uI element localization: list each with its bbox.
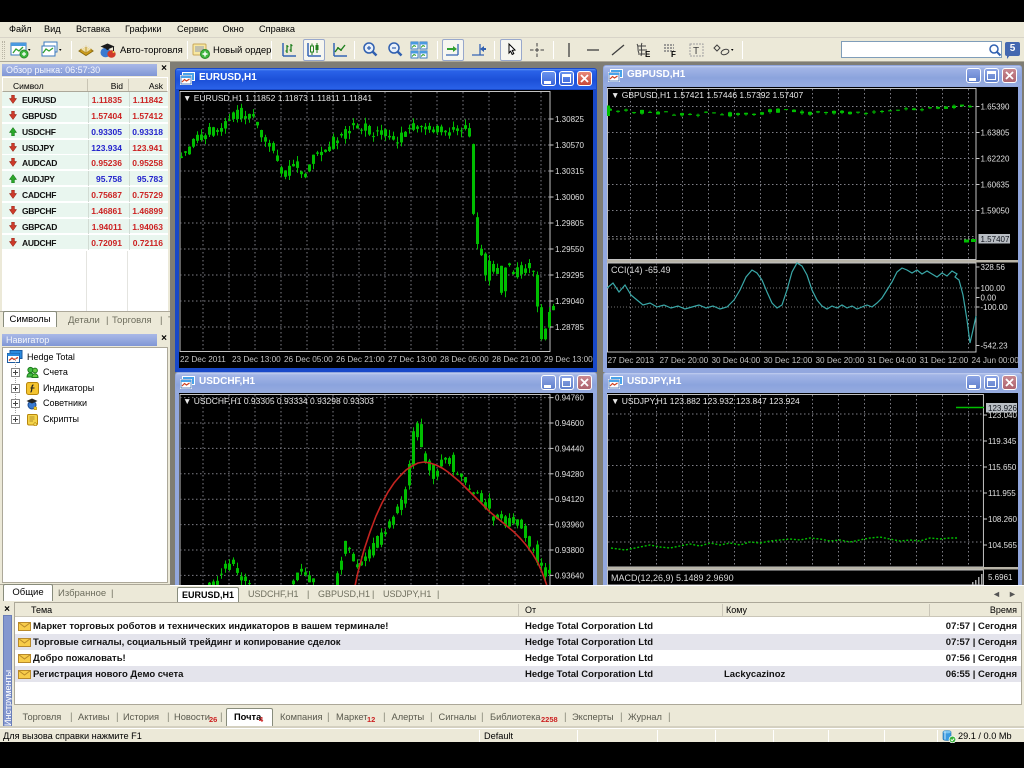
- svg-text:1.62220: 1.62220: [981, 155, 1010, 164]
- svg-text:28 Dec 05:00: 28 Dec 05:00: [440, 355, 489, 364]
- svg-text:0.93800: 0.93800: [555, 546, 584, 555]
- svg-text:30 Dec 12:00: 30 Dec 12:00: [764, 356, 813, 365]
- svg-text:1.60635: 1.60635: [981, 181, 1010, 190]
- svg-text:23 Dec 13:00: 23 Dec 13:00: [232, 355, 281, 364]
- svg-text:22 Dec 2011: 22 Dec 2011: [180, 355, 226, 364]
- svg-text:115.650: 115.650: [988, 463, 1017, 472]
- svg-text:27 Dec 2013: 27 Dec 2013: [608, 356, 655, 365]
- svg-text:1.65390: 1.65390: [981, 103, 1010, 112]
- svg-text:108.260: 108.260: [988, 515, 1017, 524]
- svg-text:30 Dec 04:00: 30 Dec 04:00: [712, 356, 761, 365]
- svg-text:T: T: [693, 46, 699, 57]
- svg-text:28 Dec 21:00: 28 Dec 21:00: [492, 355, 541, 364]
- svg-text:1.63805: 1.63805: [981, 129, 1010, 138]
- svg-text:27 Dec 20:00: 27 Dec 20:00: [660, 356, 709, 365]
- svg-text:104.565: 104.565: [988, 541, 1017, 550]
- svg-text:1.30570: 1.30570: [555, 141, 584, 150]
- svg-text:0.94600: 0.94600: [555, 419, 584, 428]
- svg-text:29 Dec 13:00: 29 Dec 13:00: [544, 355, 593, 364]
- svg-text:▼ GBPUSD,H1 1.57421 1.57446 1: ▼ GBPUSD,H1 1.57421 1.57446 1.57392 1.57…: [611, 90, 804, 100]
- svg-text:0.94760: 0.94760: [555, 394, 584, 403]
- svg-text:100.00: 100.00: [981, 284, 1006, 293]
- svg-text:0.93640: 0.93640: [555, 571, 584, 580]
- svg-text:328.56: 328.56: [981, 263, 1006, 272]
- svg-text:-542.23: -542.23: [981, 342, 1009, 351]
- svg-text:0.94280: 0.94280: [555, 470, 584, 479]
- svg-text:0.94120: 0.94120: [555, 495, 584, 504]
- svg-text:1.30060: 1.30060: [555, 193, 584, 202]
- svg-text:5.6961: 5.6961: [988, 573, 1013, 582]
- svg-text:31 Dec 04:00: 31 Dec 04:00: [868, 356, 917, 365]
- svg-text:F: F: [671, 50, 676, 59]
- svg-text:1.29040: 1.29040: [555, 297, 584, 306]
- svg-text:123.926: 123.926: [988, 404, 1017, 413]
- svg-text:▼ USDJPY,H1 123.882 123.932 1: ▼ USDJPY,H1 123.882 123.932 123.847 123.…: [611, 396, 800, 406]
- svg-text:1.28785: 1.28785: [555, 323, 584, 332]
- svg-text:26 Dec 05:00: 26 Dec 05:00: [284, 355, 333, 364]
- svg-text:1.29550: 1.29550: [555, 245, 584, 254]
- svg-text:1.57407: 1.57407: [981, 235, 1010, 244]
- svg-text:30 Dec 20:00: 30 Dec 20:00: [816, 356, 865, 365]
- svg-text:1.29805: 1.29805: [555, 219, 584, 228]
- svg-text:E: E: [645, 50, 651, 59]
- svg-text:111.955: 111.955: [988, 489, 1016, 498]
- svg-text:26 Dec 21:00: 26 Dec 21:00: [336, 355, 385, 364]
- svg-text:MACD(12,26,9) 5.1489 2.9690: MACD(12,26,9) 5.1489 2.9690: [611, 573, 734, 583]
- svg-text:0.93960: 0.93960: [555, 521, 584, 530]
- svg-text:119.345: 119.345: [988, 437, 1017, 446]
- svg-text:24 Jun 00:00: 24 Jun 00:00: [972, 356, 1019, 365]
- svg-text:1.59050: 1.59050: [981, 207, 1010, 216]
- svg-text:27 Dec 13:00: 27 Dec 13:00: [388, 355, 437, 364]
- svg-text:1.30825: 1.30825: [555, 115, 584, 124]
- svg-text:1.30315: 1.30315: [555, 167, 584, 176]
- svg-text:▼ EURUSD,H1 1.11852 1.11873 1: ▼ EURUSD,H1 1.11852 1.11873 1.11811 1.11…: [183, 93, 372, 103]
- svg-text:0.94440: 0.94440: [555, 444, 584, 453]
- svg-text:▼ USDCHF,H1 0.93305 0.93334 0: ▼ USDCHF,H1 0.93305 0.93334 0.93298 0.93…: [183, 396, 374, 406]
- svg-text:-100.00: -100.00: [981, 303, 1009, 312]
- svg-text:CCI(14) -65.49: CCI(14) -65.49: [611, 265, 671, 275]
- svg-text:1.29295: 1.29295: [555, 271, 584, 280]
- svg-text:0.00: 0.00: [981, 294, 997, 303]
- svg-text:31 Dec 12:00: 31 Dec 12:00: [920, 356, 969, 365]
